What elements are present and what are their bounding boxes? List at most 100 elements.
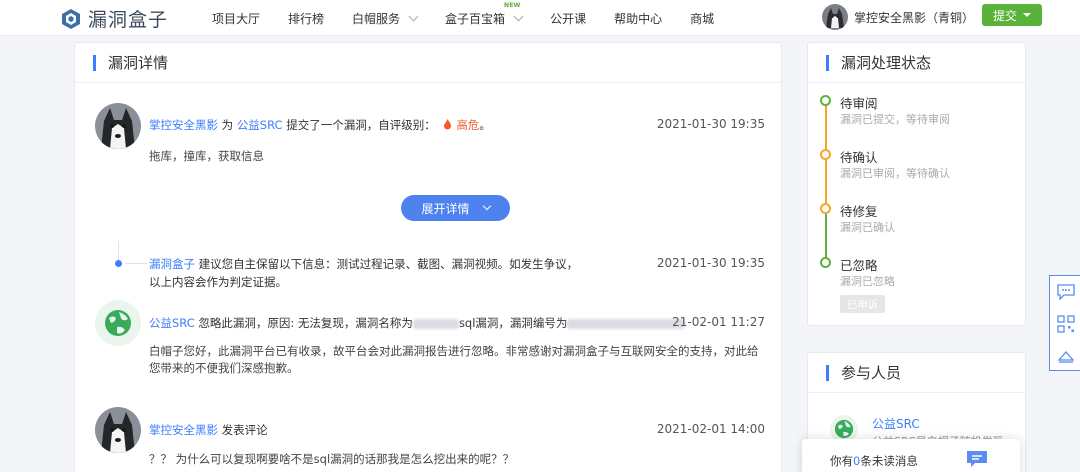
new-badge: NEW xyxy=(503,0,521,9)
timestamp: 2021-01-30 19:35 xyxy=(656,117,765,131)
chevron-down-icon xyxy=(513,11,524,21)
status-card: 漏洞处理状态 待审阅 漏洞已提交，等待审阅 待确认 漏洞已审阅，等待确认 待修复… xyxy=(807,42,1026,326)
step-title: 待审阅 xyxy=(840,96,878,111)
vulnerability-detail-card: 漏洞详情 掌控安全黑影 为 公益SRC 提交了一个漏洞，自评级别： 高危。 20… xyxy=(74,42,782,472)
step-subtitle: 漏洞已忽略 xyxy=(840,275,895,288)
arrow-up-icon xyxy=(1057,351,1075,363)
step-dot xyxy=(820,95,831,106)
card-header: 漏洞详情 xyxy=(75,43,781,83)
nav-item-project-hall[interactable]: 项目大厅 xyxy=(212,10,260,27)
timestamp: 21-02-01 11:27 xyxy=(672,315,765,329)
nav-item-mall[interactable]: 商城 xyxy=(690,10,714,27)
card-header: 漏洞处理状态 xyxy=(808,43,1025,83)
unread-message-popup[interactable]: 你有0条未读消息 xyxy=(802,439,1020,472)
nav-label: 项目大厅 xyxy=(212,11,261,26)
avatar[interactable] xyxy=(95,103,141,149)
submission-summary: 拖库，撞库，获取信息 xyxy=(149,149,264,163)
text: 发表评论 xyxy=(221,423,268,437)
text: 白帽子您好，此漏洞平台已有收录，故平台会对此漏洞报告进行忽略。非常感谢对漏洞盒子… xyxy=(149,344,759,358)
ignore-entry: 公益SRC 忽略此漏洞，原因: 无法复现，漏洞名称为 sql漏洞，漏洞编号为 21… xyxy=(95,300,765,380)
back-to-top-button[interactable] xyxy=(1050,340,1080,372)
author-link[interactable]: 公益SRC xyxy=(149,316,195,330)
timestamp: 2021-02-01 14:00 xyxy=(656,422,765,436)
timeline-segment xyxy=(825,160,827,206)
floating-toolbar xyxy=(1049,275,1080,371)
card-title: 参与人员 xyxy=(841,364,902,382)
text: 为 xyxy=(221,118,234,132)
step-subtitle: 漏洞已提交，等待审阅 xyxy=(840,113,950,126)
timeline-segment xyxy=(825,106,827,152)
text: 提交了一个漏洞，自评级别： xyxy=(286,118,436,132)
nav-label: 盒子百宝箱 xyxy=(445,11,506,26)
card-header: 参与人员 xyxy=(808,353,1025,393)
system-notice-entry: 漏洞盒子 建议您自主保留以下信息：测试过程记录、截图、漏洞视频。如发生争议， 以… xyxy=(95,253,765,293)
submit-button[interactable]: 提交 xyxy=(982,4,1042,26)
nav-item-whitehat-services[interactable]: 白帽服务 xyxy=(352,10,419,27)
expand-label: 展开详情 xyxy=(421,201,470,216)
text: 您带来的不便我们深感抱歉。 xyxy=(149,361,299,375)
qrcode-button[interactable] xyxy=(1050,308,1080,340)
chevron-down-icon xyxy=(482,201,491,211)
text: 条未读消息 xyxy=(860,454,918,468)
text: 你有 xyxy=(830,454,853,468)
step-title: 待修复 xyxy=(840,204,878,219)
submission-line: 掌控安全黑影 为 公益SRC 提交了一个漏洞，自评级别： 高危。 xyxy=(149,117,491,133)
ignore-message: 白帽子您好，此漏洞平台已有收录，故平台会对此漏洞报告进行忽略。非常感谢对漏洞盒子… xyxy=(149,343,759,377)
step-title: 待确认 xyxy=(840,150,878,165)
card-title: 漏洞处理状态 xyxy=(841,54,932,72)
text: 以上内容会作为判定证据。 xyxy=(149,275,287,289)
nav-item-toolbox[interactable]: 盒子百宝箱 NEW xyxy=(445,1,524,27)
title-accent-bar xyxy=(93,54,96,71)
globe-avatar-icon[interactable] xyxy=(95,300,141,346)
comment-body: ？？ 为什么可以复现啊要啥不是sql漏洞的话那我是怎么挖出来的呢？？ xyxy=(149,452,515,466)
avatar xyxy=(822,4,848,30)
title-accent-bar xyxy=(826,364,829,381)
redacted-name xyxy=(412,318,459,329)
brand-logo[interactable]: 漏洞盒子 xyxy=(60,5,168,32)
step-dot xyxy=(820,203,831,214)
step-dot xyxy=(820,257,831,268)
nav-label: 公开课 xyxy=(550,11,587,26)
message-icon[interactable] xyxy=(966,450,988,468)
step-dot xyxy=(820,149,831,160)
participant-name-link[interactable]: 公益SRC xyxy=(872,415,920,432)
step-subtitle: 漏洞已审阅，等待确认 xyxy=(840,167,950,180)
nav-label: 帮助中心 xyxy=(614,11,663,26)
nav-item-open-course[interactable]: 公开课 xyxy=(550,10,586,27)
qrcode-icon xyxy=(1057,315,1075,333)
comment-entry: 掌控安全黑影 发表评论 2021-02-01 14:00 ？？ 为什么可以复现啊… xyxy=(95,407,765,472)
timestamp: 2021-01-30 19:35 xyxy=(656,256,765,270)
text: sql漏洞，漏洞编号为 xyxy=(458,316,568,330)
comment-line: 掌控安全黑影 发表评论 xyxy=(149,422,268,438)
author-link[interactable]: 漏洞盒子 xyxy=(149,257,195,271)
submit-label: 提交 xyxy=(992,8,1017,23)
expand-details-button[interactable]: 展开详情 xyxy=(401,195,510,221)
nav-label: 商城 xyxy=(690,11,715,26)
chevron-down-icon xyxy=(408,11,419,21)
feedback-button[interactable] xyxy=(1050,276,1080,308)
author-link[interactable]: 掌控安全黑影 xyxy=(149,423,218,437)
top-navbar: 漏洞盒子 项目大厅 排行榜 白帽服务 盒子百宝箱 NEW 公开课 帮助中心 商城 … xyxy=(0,0,1080,36)
flame-icon xyxy=(444,119,452,130)
target-link[interactable]: 公益SRC xyxy=(237,118,283,132)
step-title: 已忽略 xyxy=(840,258,878,273)
author-link[interactable]: 掌控安全黑影 xyxy=(149,118,218,132)
chat-bubble-icon xyxy=(1057,284,1075,300)
nav-item-ranking[interactable]: 排行榜 xyxy=(288,10,324,27)
ignore-reason-line: 公益SRC 忽略此漏洞，原因: 无法复现，漏洞名称为 sql漏洞，漏洞编号为 xyxy=(149,315,686,331)
system-notice-line: 漏洞盒子 建议您自主保留以下信息：测试过程记录、截图、漏洞视频。如发生争议， 以… xyxy=(149,255,578,291)
user-name: 掌控安全黑影（青铜） xyxy=(854,10,975,25)
unread-message-text: 你有0条未读消息 xyxy=(830,453,918,469)
user-menu[interactable]: 掌控安全黑影（青铜） xyxy=(822,4,974,30)
card-title: 漏洞详情 xyxy=(108,54,169,72)
nav-item-help-center[interactable]: 帮助中心 xyxy=(614,10,662,27)
text: 忽略此漏洞，原因: 无法复现，漏洞名称为 xyxy=(198,316,413,330)
caret-down-icon xyxy=(1023,13,1031,17)
step-subtitle: 漏洞已确认 xyxy=(840,221,895,234)
avatar[interactable] xyxy=(95,407,141,453)
text: 。 xyxy=(479,118,491,132)
nav-label: 白帽服务 xyxy=(352,11,401,26)
title-accent-bar xyxy=(826,54,829,71)
appeal-status-badge: 已申诉 xyxy=(840,295,885,313)
brand-name: 漏洞盒子 xyxy=(88,9,169,31)
